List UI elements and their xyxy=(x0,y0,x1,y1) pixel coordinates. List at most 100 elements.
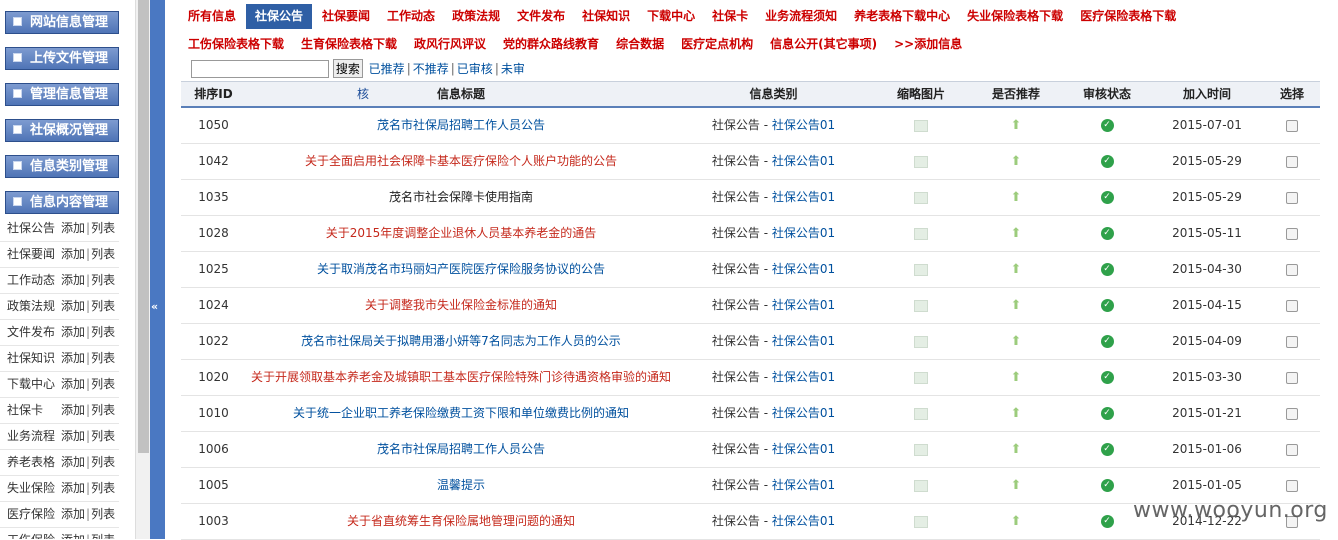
check-circle-icon[interactable]: ✓ xyxy=(1100,479,1114,492)
add-link[interactable]: 添加 xyxy=(61,403,85,417)
up-arrow-icon[interactable]: ⬆ xyxy=(1011,360,1022,395)
nav-tab-row2-5[interactable]: 综合数据 xyxy=(609,32,671,57)
row-select[interactable] xyxy=(1261,180,1323,215)
check-circle-icon[interactable]: ✓ xyxy=(1100,263,1114,276)
scrollbar-thumb[interactable] xyxy=(138,0,149,453)
category-child-link[interactable]: 社保公告01 xyxy=(772,334,835,348)
row-title-link[interactable]: 温馨提示 xyxy=(246,468,676,503)
check-circle-icon[interactable]: ✓ xyxy=(1100,335,1114,348)
row-select[interactable] xyxy=(1261,252,1323,287)
list-link[interactable]: 列表 xyxy=(91,481,115,495)
category-child-link[interactable]: 社保公告01 xyxy=(772,406,835,420)
row-select[interactable] xyxy=(1261,288,1323,323)
select-checkbox[interactable] xyxy=(1286,227,1298,240)
row-recommend[interactable]: ⬆ xyxy=(971,144,1061,179)
list-link[interactable]: 列表 xyxy=(91,377,115,391)
select-checkbox[interactable] xyxy=(1286,407,1298,420)
nav-tab-row1-10[interactable]: 业务流程须知 xyxy=(758,4,844,29)
up-arrow-icon[interactable]: ⬆ xyxy=(1011,468,1022,503)
sidebar-header-3[interactable]: 管理信息管理 xyxy=(5,83,119,106)
row-recommend[interactable]: ⬆ xyxy=(971,252,1061,287)
row-select[interactable] xyxy=(1261,216,1323,251)
up-arrow-icon[interactable]: ⬆ xyxy=(1011,252,1022,287)
nav-tab-row1-5[interactable]: 政策法规 xyxy=(445,4,507,29)
add-link[interactable]: 添加 xyxy=(61,429,85,443)
collapse-arrow-icon[interactable]: « xyxy=(151,300,158,313)
category-child-link[interactable]: 社保公告01 xyxy=(772,370,835,384)
filter-link-4[interactable]: 未审 xyxy=(501,62,525,76)
check-circle-icon[interactable]: ✓ xyxy=(1100,299,1114,312)
select-checkbox[interactable] xyxy=(1286,443,1298,456)
up-arrow-icon[interactable]: ⬆ xyxy=(1011,324,1022,359)
add-link[interactable]: 添加 xyxy=(61,273,85,287)
row-recommend[interactable]: ⬆ xyxy=(971,108,1061,143)
list-link[interactable]: 列表 xyxy=(91,455,115,469)
up-arrow-icon[interactable]: ⬆ xyxy=(1011,396,1022,431)
row-select[interactable] xyxy=(1261,432,1323,467)
list-link[interactable]: 列表 xyxy=(91,299,115,313)
row-select[interactable] xyxy=(1261,144,1323,179)
nav-tab-row1-3[interactable]: 社保要闻 xyxy=(315,4,377,29)
category-child-link[interactable]: 社保公告01 xyxy=(772,262,835,276)
row-audit-status[interactable]: ✓ xyxy=(1061,180,1153,215)
up-arrow-icon[interactable]: ⬆ xyxy=(1011,108,1022,143)
nav-tab-row1-2[interactable]: 社保公告 xyxy=(246,4,313,29)
nav-tab-row1-13[interactable]: 医疗保险表格下载 xyxy=(1073,4,1183,29)
row-title-link[interactable]: 关于统一企业职工养老保险缴费工资下限和单位缴费比例的通知 xyxy=(246,396,676,431)
row-audit-status[interactable]: ✓ xyxy=(1061,144,1153,179)
sidebar-collapse-bar[interactable]: « xyxy=(150,0,165,539)
category-child-link[interactable]: 社保公告01 xyxy=(772,154,835,168)
row-recommend[interactable]: ⬆ xyxy=(971,324,1061,359)
nav-tab-row1-7[interactable]: 社保知识 xyxy=(575,4,637,29)
check-circle-icon[interactable]: ✓ xyxy=(1100,227,1114,240)
add-link[interactable]: 添加 xyxy=(61,299,85,313)
sidebar-header-6[interactable]: 信息内容管理 xyxy=(5,191,119,214)
row-recommend[interactable]: ⬆ xyxy=(971,360,1061,395)
vertical-scrollbar[interactable] xyxy=(135,0,151,539)
check-circle-icon[interactable]: ✓ xyxy=(1100,407,1114,420)
check-circle-icon[interactable]: ✓ xyxy=(1100,515,1114,528)
row-audit-status[interactable]: ✓ xyxy=(1061,396,1153,431)
search-button[interactable]: 搜索 xyxy=(332,59,363,78)
row-select[interactable] xyxy=(1261,360,1323,395)
row-audit-status[interactable]: ✓ xyxy=(1061,324,1153,359)
list-link[interactable]: 列表 xyxy=(91,507,115,521)
row-audit-status[interactable]: ✓ xyxy=(1061,432,1153,467)
list-link[interactable]: 列表 xyxy=(91,403,115,417)
filter-link-1[interactable]: 已推荐 xyxy=(369,62,405,76)
row-audit-status[interactable]: ✓ xyxy=(1061,108,1153,143)
up-arrow-icon[interactable]: ⬆ xyxy=(1011,180,1022,215)
row-recommend[interactable]: ⬆ xyxy=(971,288,1061,323)
row-recommend[interactable]: ⬆ xyxy=(971,216,1061,251)
category-child-link[interactable]: 社保公告01 xyxy=(772,298,835,312)
row-title-link[interactable]: 茂名市社保局招聘工作人员公告 xyxy=(246,108,676,143)
select-checkbox[interactable] xyxy=(1286,119,1298,132)
filter-link-2[interactable]: 不推荐 xyxy=(413,62,449,76)
search-input[interactable] xyxy=(191,59,329,78)
nav-tab-row1-1[interactable]: 所有信息 xyxy=(181,4,243,29)
nav-tab-row2-3[interactable]: 政风行风评议 xyxy=(407,32,493,57)
nav-tab-row1-6[interactable]: 文件发布 xyxy=(510,4,572,29)
row-audit-status[interactable]: ✓ xyxy=(1061,360,1153,395)
nav-tab-row2-2[interactable]: 生育保险表格下载 xyxy=(294,32,404,57)
category-child-link[interactable]: 社保公告01 xyxy=(772,190,835,204)
add-link[interactable]: 添加 xyxy=(61,247,85,261)
row-audit-status[interactable]: ✓ xyxy=(1061,216,1153,251)
select-checkbox[interactable] xyxy=(1286,479,1298,492)
sidebar-header-1[interactable]: 网站信息管理 xyxy=(5,11,119,34)
row-title-link[interactable]: 茂名市社保局关于拟聘用潘小妍等7名同志为工作人员的公示 xyxy=(246,324,676,359)
up-arrow-icon[interactable]: ⬆ xyxy=(1011,288,1022,323)
nav-tab-row1-4[interactable]: 工作动态 xyxy=(380,4,442,29)
add-link[interactable]: 添加 xyxy=(61,455,85,469)
sidebar-header-4[interactable]: 社保概况管理 xyxy=(5,119,119,142)
list-link[interactable]: 列表 xyxy=(91,351,115,365)
list-link[interactable]: 列表 xyxy=(91,533,115,539)
check-circle-icon[interactable]: ✓ xyxy=(1100,191,1114,204)
up-arrow-icon[interactable]: ⬆ xyxy=(1011,144,1022,179)
add-link[interactable]: 添加 xyxy=(61,533,85,539)
select-checkbox[interactable] xyxy=(1286,335,1298,348)
sidebar-header-5[interactable]: 信息类别管理 xyxy=(5,155,119,178)
nav-tab-row1-12[interactable]: 失业保险表格下载 xyxy=(960,4,1070,29)
list-link[interactable]: 列表 xyxy=(91,429,115,443)
nav-tab-row2-8[interactable]: >>添加信息 xyxy=(887,32,969,57)
